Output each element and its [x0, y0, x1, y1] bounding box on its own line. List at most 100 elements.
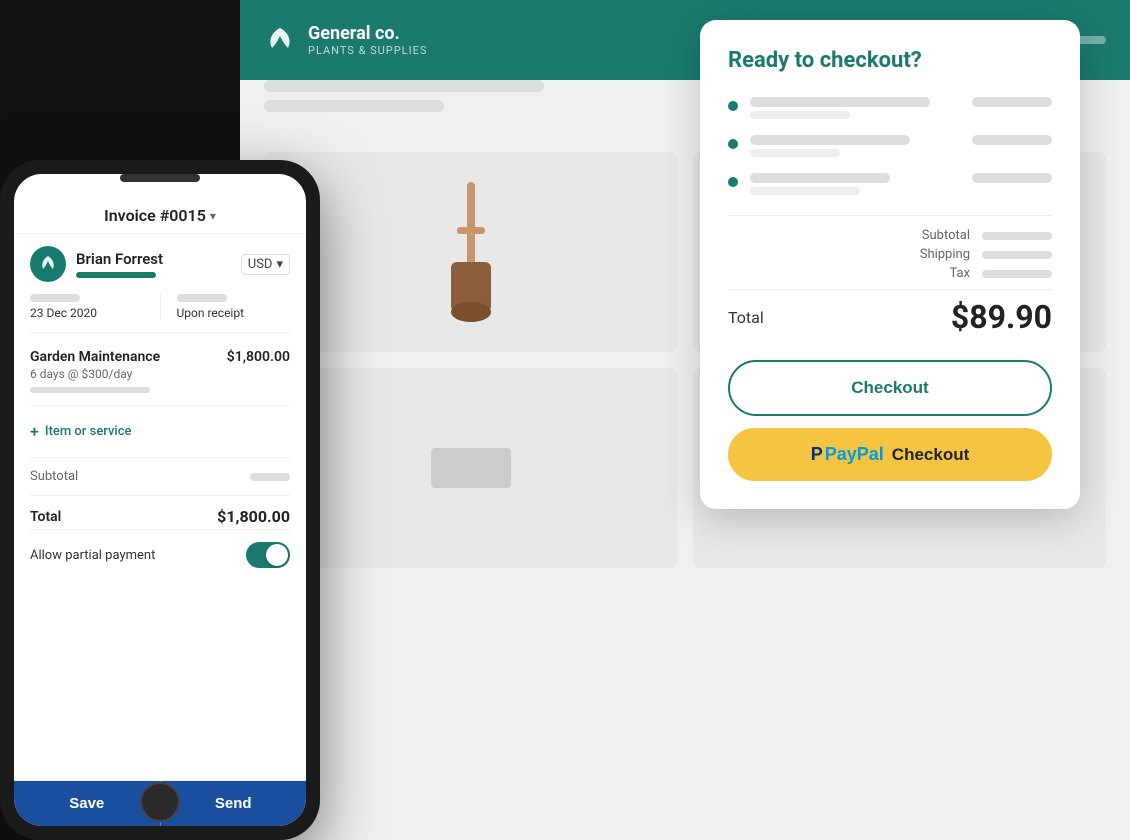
phone-device: Invoice #0015 ▾ Brian Forrest — [0, 160, 320, 840]
subtotal-line: Subtotal — [728, 228, 1052, 243]
tax-line-bar — [982, 270, 1052, 278]
currency-arrow: ▾ — [276, 257, 283, 272]
client-name: Brian Forrest — [76, 250, 163, 268]
modal-title: Ready to checkout? — [728, 48, 1052, 73]
item-price-3 — [972, 173, 1052, 183]
send-button[interactable]: Send — [160, 781, 307, 826]
date-col-2: Upon receipt — [177, 294, 291, 320]
line-item-name: Garden Maintenance — [30, 349, 160, 365]
client-details: Brian Forrest — [76, 250, 163, 278]
invoice-divider-2 — [30, 457, 290, 458]
invoice-header[interactable]: Invoice #0015 ▾ — [14, 198, 306, 234]
logo-icon — [264, 24, 296, 56]
company-subtitle: PLANTS & SUPPLIES — [308, 44, 427, 57]
line-item-amount: $1,800.00 — [227, 349, 290, 365]
item-price-1 — [972, 97, 1052, 107]
search-bar-placeholder — [264, 80, 544, 92]
paypal-aypal-icon: PayPal — [825, 444, 884, 465]
invoice-date: 23 Dec 2020 — [30, 306, 144, 320]
item-main-bar-1 — [750, 97, 930, 107]
item-content-3 — [750, 173, 960, 195]
tax-line-label: Tax — [949, 266, 970, 281]
totals-section: Subtotal Shipping Tax Total $89.90 — [728, 215, 1052, 344]
partial-payment-toggle[interactable] — [246, 542, 290, 568]
product-card-3 — [264, 368, 677, 568]
order-item-1 — [728, 97, 1052, 119]
date-divider — [160, 294, 161, 320]
shovel-icon — [421, 172, 521, 332]
line-item-1: Garden Maintenance $1,800.00 6 days @ $3… — [30, 349, 290, 393]
paypal-checkout-button[interactable]: PPayPal Checkout — [728, 428, 1052, 481]
item-main-bar-3 — [750, 173, 890, 183]
invoice-divider-3 — [30, 495, 290, 496]
shipping-line-label: Shipping — [920, 247, 970, 262]
add-item-label: Item or service — [45, 424, 132, 439]
partial-payment-row: Allow partial payment — [30, 529, 290, 580]
order-item-2 — [728, 135, 1052, 157]
item-main-bar-2 — [750, 135, 910, 145]
paypal-checkout-label: Checkout — [892, 445, 969, 465]
date-label-1 — [30, 294, 80, 302]
shipping-line: Shipping — [728, 247, 1052, 262]
phone-home-button[interactable] — [140, 782, 180, 822]
phone-container: Invoice #0015 ▾ Brian Forrest — [0, 160, 320, 840]
partial-payment-label: Allow partial payment — [30, 548, 155, 563]
item-price-2 — [972, 135, 1052, 145]
subtotal-line-label: Subtotal — [922, 228, 970, 243]
total-line-amount: $89.90 — [951, 298, 1052, 336]
total-value: $1,800.00 — [217, 507, 290, 526]
client-info: Brian Forrest — [30, 246, 163, 282]
total-line: Total $89.90 — [728, 289, 1052, 344]
total-row: Total $1,800.00 — [30, 504, 290, 529]
invoice-title: Invoice #0015 — [104, 206, 206, 225]
avatar-leaf-icon — [38, 254, 58, 274]
product-card-1 — [264, 152, 677, 352]
company-name: General co. — [308, 23, 427, 44]
chevron-down-icon: ▾ — [210, 209, 216, 223]
subtotal-row: Subtotal — [30, 466, 290, 487]
subtotal-line-bar — [982, 232, 1052, 240]
add-item-button[interactable]: + Item or service — [30, 414, 290, 449]
due-date: Upon receipt — [177, 306, 291, 320]
item-dot-2 — [728, 139, 738, 149]
tax-line: Tax — [728, 266, 1052, 281]
client-bar — [76, 272, 156, 278]
product-placeholder-3 — [431, 448, 511, 488]
invoice-body[interactable]: Brian Forrest USD ▾ 23 Dec 2020 — [14, 234, 306, 780]
toggle-knob — [266, 544, 288, 566]
phone-screen: Invoice #0015 ▾ Brian Forrest — [14, 174, 306, 826]
total-label: Total — [30, 509, 61, 525]
item-dot-1 — [728, 101, 738, 111]
save-button[interactable]: Save — [14, 781, 160, 826]
avatar — [30, 246, 66, 282]
currency-selector[interactable]: USD ▾ — [241, 254, 290, 275]
order-items — [728, 97, 1052, 195]
item-content-2 — [750, 135, 960, 157]
line-item-desc: 6 days @ $300/day — [30, 367, 290, 381]
item-sub-bar-1 — [750, 111, 850, 119]
subtotal-label: Subtotal — [30, 469, 78, 484]
client-row: Brian Forrest USD ▾ — [30, 246, 290, 282]
item-content-1 — [750, 97, 960, 119]
filter-bar-placeholder — [264, 100, 444, 112]
line-item-bar — [30, 387, 150, 393]
date-label-2 — [177, 294, 227, 302]
subtotal-value-bar — [250, 473, 290, 481]
item-sub-bar-3 — [750, 187, 860, 195]
item-dot-3 — [728, 177, 738, 187]
paypal-p-icon: P — [811, 444, 823, 465]
shipping-line-bar — [982, 251, 1052, 259]
order-item-3 — [728, 173, 1052, 195]
paypal-logo: PPayPal — [811, 444, 884, 465]
date-col-1: 23 Dec 2020 — [30, 294, 144, 320]
checkout-modal: Ready to checkout? — [700, 20, 1080, 509]
company-info: General co. PLANTS & SUPPLIES — [308, 23, 427, 57]
phone-notch — [120, 174, 200, 182]
item-sub-bar-2 — [750, 149, 840, 157]
plus-icon: + — [30, 422, 39, 441]
invoice-divider-1 — [30, 405, 290, 406]
invoice-dates: 23 Dec 2020 Upon receipt — [30, 294, 290, 333]
currency-code: USD — [248, 257, 273, 272]
total-line-label: Total — [728, 308, 764, 327]
checkout-button[interactable]: Checkout — [728, 360, 1052, 416]
